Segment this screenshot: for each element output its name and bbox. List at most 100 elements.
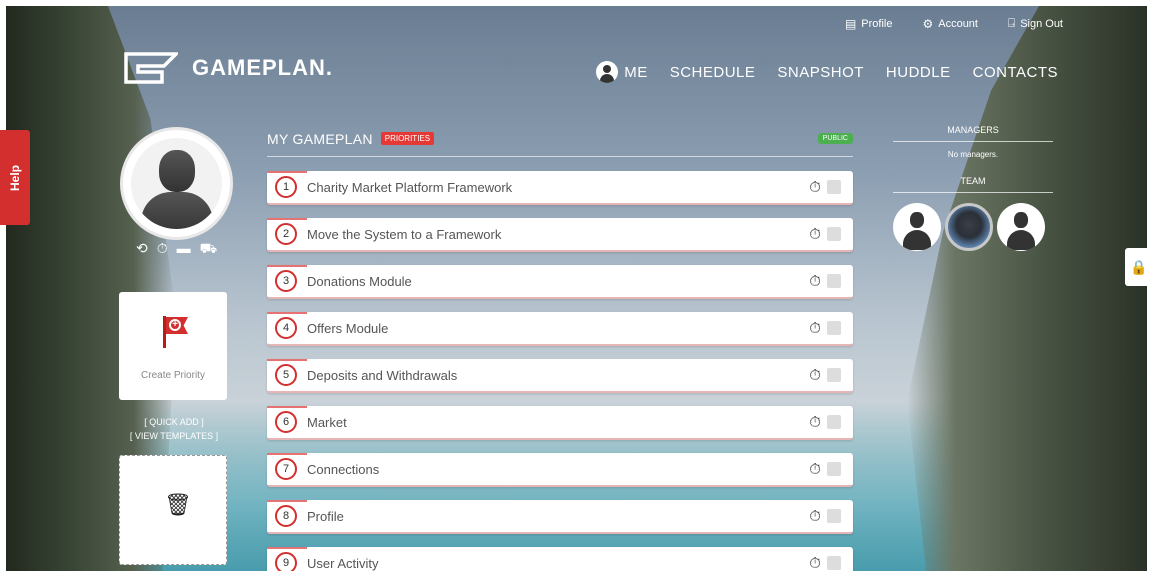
priority-number: 8 <box>275 505 297 527</box>
flag-pole-shape <box>163 316 166 348</box>
avatar-head-shape <box>159 150 195 192</box>
profile-link[interactable]: ▤ Profile <box>845 16 893 31</box>
brand-logo[interactable]: GAMEPLAN. <box>124 52 333 84</box>
public-badge[interactable]: PUBLIC <box>817 133 853 144</box>
priority-name[interactable]: Offers Module <box>307 321 809 336</box>
priority-item[interactable]: 9 User Activity ⏱ <box>267 547 853 571</box>
stopwatch-icon[interactable]: ⏱ <box>809 273 821 290</box>
priority-checkbox[interactable] <box>827 321 841 335</box>
flag-plus-icon: + <box>163 316 188 348</box>
help-tab[interactable]: Help <box>0 130 30 225</box>
stopwatch-icon[interactable]: ⏱ <box>809 367 821 384</box>
sign-out-link[interactable]: ⍈ Sign Out <box>1008 16 1063 31</box>
priority-checkbox[interactable] <box>827 274 841 288</box>
history-icon[interactable]: ⟲ <box>136 240 148 259</box>
door-exit-icon: ⍈ <box>1007 16 1016 30</box>
team-member-avatar-photo[interactable] <box>945 203 993 251</box>
priority-name[interactable]: User Activity <box>307 556 809 571</box>
priorities-badge: PRIORITIES <box>380 132 435 145</box>
priority-name[interactable]: Move the System to a Framework <box>307 227 809 242</box>
page-title: MY GAMEPLAN <box>267 130 373 147</box>
nav-schedule[interactable]: SCHEDULE <box>670 64 756 81</box>
priority-list: 1 Charity Market Platform Framework ⏱ 2 … <box>267 171 853 571</box>
stopwatch-icon[interactable]: ⏱ <box>809 508 821 525</box>
team-member-avatar[interactable] <box>893 203 941 251</box>
account-link[interactable]: ⚙ Account <box>922 16 978 31</box>
plus-circle-icon: + <box>169 319 181 331</box>
nav-me[interactable]: ME <box>596 61 648 83</box>
id-card-icon: ▤ <box>844 16 857 31</box>
stopwatch-icon[interactable]: ⏱ <box>809 555 821 571</box>
priority-item[interactable]: 5 Deposits and Withdrawals ⏱ <box>267 359 853 393</box>
priority-checkbox[interactable] <box>827 556 841 570</box>
priority-number: 4 <box>275 317 297 339</box>
priority-checkbox[interactable] <box>827 180 841 194</box>
stopwatch-icon[interactable]: ⏱ <box>809 226 821 243</box>
quick-links: [ QUICK ADD ] [ VIEW TEMPLATES ] <box>120 415 228 443</box>
sign-out-link-label: Sign Out <box>1020 17 1063 30</box>
team-sidebar: MANAGERS No managers. TEAM <box>893 122 1053 251</box>
priority-name[interactable]: Market <box>307 415 809 430</box>
view-templates-link[interactable]: [ VIEW TEMPLATES ] <box>120 429 228 443</box>
priority-checkbox[interactable] <box>827 368 841 382</box>
account-link-label: Account <box>938 17 978 30</box>
profile-link-label: Profile <box>861 17 893 30</box>
trash-drop-zone[interactable]: 🗑 <box>119 455 227 565</box>
team-avatars <box>893 203 1053 251</box>
priority-checkbox[interactable] <box>827 509 841 523</box>
gameplan-logo-icon <box>124 52 178 84</box>
priority-number: 9 <box>275 552 297 571</box>
priority-item[interactable]: 2 Move the System to a Framework ⏱ <box>267 218 853 252</box>
help-tab-label: Help <box>7 164 22 191</box>
priority-item[interactable]: 6 Market ⏱ <box>267 406 853 440</box>
main-nav: ME SCHEDULE SNAPSHOT HUDDLE CONTACTS <box>596 61 1058 83</box>
stopwatch-icon[interactable]: ⏱ <box>809 414 821 431</box>
nav-me-label: ME <box>624 63 648 81</box>
background-cliff-right <box>907 6 1147 571</box>
priority-item[interactable]: 1 Charity Market Platform Framework ⏱ <box>267 171 853 205</box>
priority-name[interactable]: Charity Market Platform Framework <box>307 180 809 195</box>
top-utility-bar: ▤ Profile ⚙ Account ⍈ Sign Out <box>845 16 1063 31</box>
priority-number: 2 <box>275 223 297 245</box>
profile-avatar[interactable] <box>120 127 233 240</box>
trash-icon: 🗑 <box>164 492 192 517</box>
team-member-avatar[interactable] <box>997 203 1045 251</box>
create-priority-card[interactable]: + Create Priority <box>119 292 227 400</box>
stopwatch-icon[interactable]: ⏱ <box>809 179 821 196</box>
brand-name: GAMEPLAN. <box>192 55 333 80</box>
create-priority-label: Create Priority <box>141 370 205 381</box>
avatar-toolbar: ⟲ ⏱ ▬ ⛟ <box>136 240 217 259</box>
priority-item[interactable]: 8 Profile ⏱ <box>267 500 853 534</box>
profile-avatar-placeholder <box>131 138 222 229</box>
archive-icon[interactable]: ▬ <box>177 240 191 259</box>
priority-name[interactable]: Donations Module <box>307 274 809 289</box>
avatar-body-shape <box>141 192 213 229</box>
user-avatar-icon <box>596 61 619 83</box>
stopwatch-icon[interactable]: ⏱ <box>809 320 821 337</box>
lock-icon: 🔒 <box>1130 258 1148 275</box>
priority-name[interactable]: Connections <box>307 462 809 477</box>
priority-number: 1 <box>275 176 297 198</box>
priority-number: 5 <box>275 364 297 386</box>
managers-heading: MANAGERS <box>893 122 1053 142</box>
priority-name[interactable]: Deposits and Withdrawals <box>307 368 809 383</box>
stopwatch-icon[interactable]: ⏱ <box>157 240 168 259</box>
nav-huddle[interactable]: HUDDLE <box>886 64 951 81</box>
priority-number: 7 <box>275 458 297 480</box>
gear-icon: ⚙ <box>922 16 934 31</box>
gameplan-panel: MY GAMEPLAN PRIORITIES PUBLIC 1 Charity … <box>267 127 853 571</box>
car-icon[interactable]: ⛟ <box>200 240 218 259</box>
nav-snapshot[interactable]: SNAPSHOT <box>777 64 864 81</box>
priority-checkbox[interactable] <box>827 227 841 241</box>
no-managers-text: No managers. <box>947 150 999 159</box>
priority-name[interactable]: Profile <box>307 509 809 524</box>
nav-contacts[interactable]: CONTACTS <box>973 64 1058 81</box>
priority-item[interactable]: 4 Offers Module ⏱ <box>267 312 853 346</box>
priority-item[interactable]: 3 Donations Module ⏱ <box>267 265 853 299</box>
lock-tab[interactable]: 🔒 <box>1125 248 1153 286</box>
priority-checkbox[interactable] <box>827 462 841 476</box>
quick-add-link[interactable]: [ QUICK ADD ] <box>120 415 228 429</box>
priority-item[interactable]: 7 Connections ⏱ <box>267 453 853 487</box>
stopwatch-icon[interactable]: ⏱ <box>809 461 821 478</box>
priority-checkbox[interactable] <box>827 415 841 429</box>
